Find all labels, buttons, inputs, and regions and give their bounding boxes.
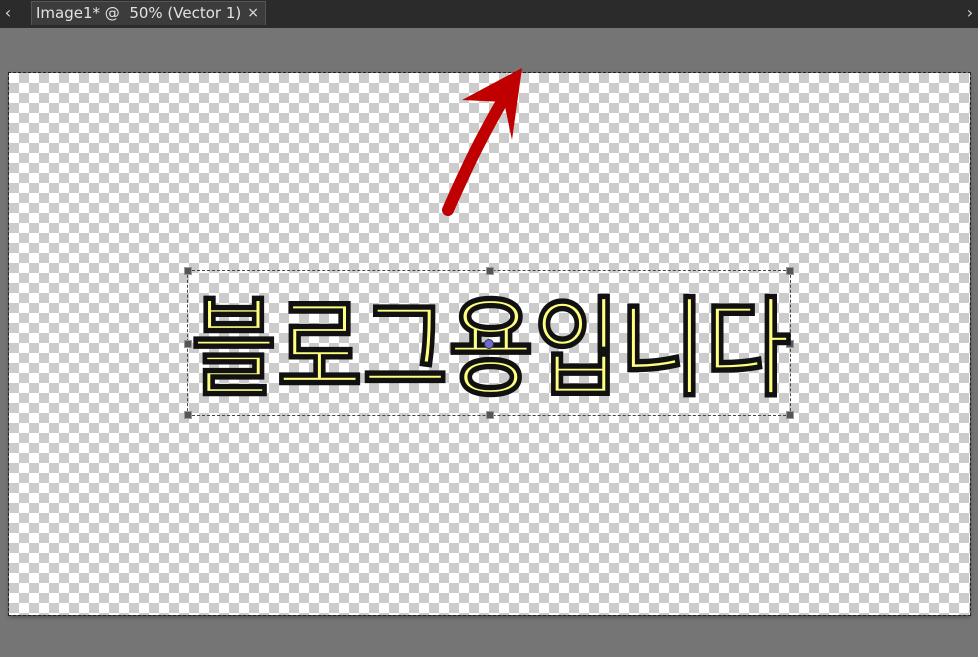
resize-handle-bottom[interactable] bbox=[486, 411, 494, 419]
close-tab-icon[interactable]: × bbox=[247, 5, 259, 21]
document-tab-title: Image1* @ 50% (Vector 1) bbox=[36, 4, 242, 22]
resize-handle-bottom-right[interactable] bbox=[786, 411, 794, 419]
scroll-tabs-right-icon[interactable]: › bbox=[962, 0, 978, 28]
document-tab[interactable]: Image1* @ 50% (Vector 1) × bbox=[31, 1, 266, 25]
resize-handle-top[interactable] bbox=[486, 267, 494, 275]
red-arrow-annotation bbox=[442, 68, 522, 216]
arrow-shaft bbox=[442, 82, 516, 216]
resize-handle-top-right[interactable] bbox=[786, 267, 794, 275]
resize-handle-top-left[interactable] bbox=[184, 267, 192, 275]
transform-center-icon[interactable] bbox=[484, 339, 494, 349]
resize-handle-bottom-left[interactable] bbox=[184, 411, 192, 419]
scroll-tabs-left-icon[interactable]: ‹ bbox=[0, 0, 16, 28]
vector-text: 블로그용입니다 bbox=[191, 287, 791, 412]
document-tab-bar: ‹ Image1* @ 50% (Vector 1) × › bbox=[0, 0, 978, 28]
